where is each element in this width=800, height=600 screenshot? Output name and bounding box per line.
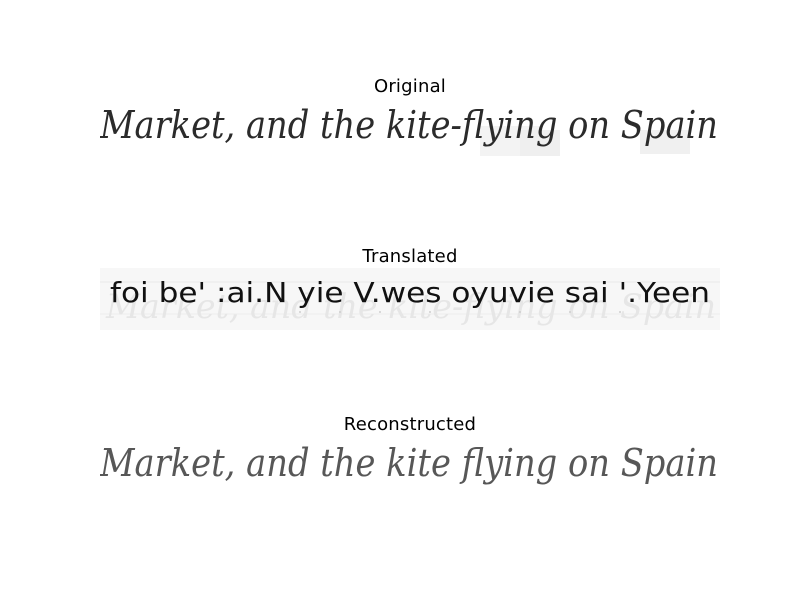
original-title: Original — [373, 76, 447, 97]
translated-title: Translated — [362, 246, 458, 267]
translated-handwriting-image: Market, and the kite-flying on Spain foi… — [100, 268, 720, 330]
original-text: Market, and the kite-flying on Spain — [100, 103, 718, 147]
original-handwriting-image: Market, and the kite-flying on Spain — [100, 96, 720, 162]
reconstructed-title: Reconstructed — [343, 414, 477, 435]
translated-text: foi be' :ai.N yie V.wes oyuvie sai '.Yee… — [110, 276, 710, 309]
reconstructed-text: Market, and the kite flying on Spain — [100, 441, 718, 485]
reconstructed-handwriting-image: Market, and the kite flying on Spain — [100, 436, 720, 502]
